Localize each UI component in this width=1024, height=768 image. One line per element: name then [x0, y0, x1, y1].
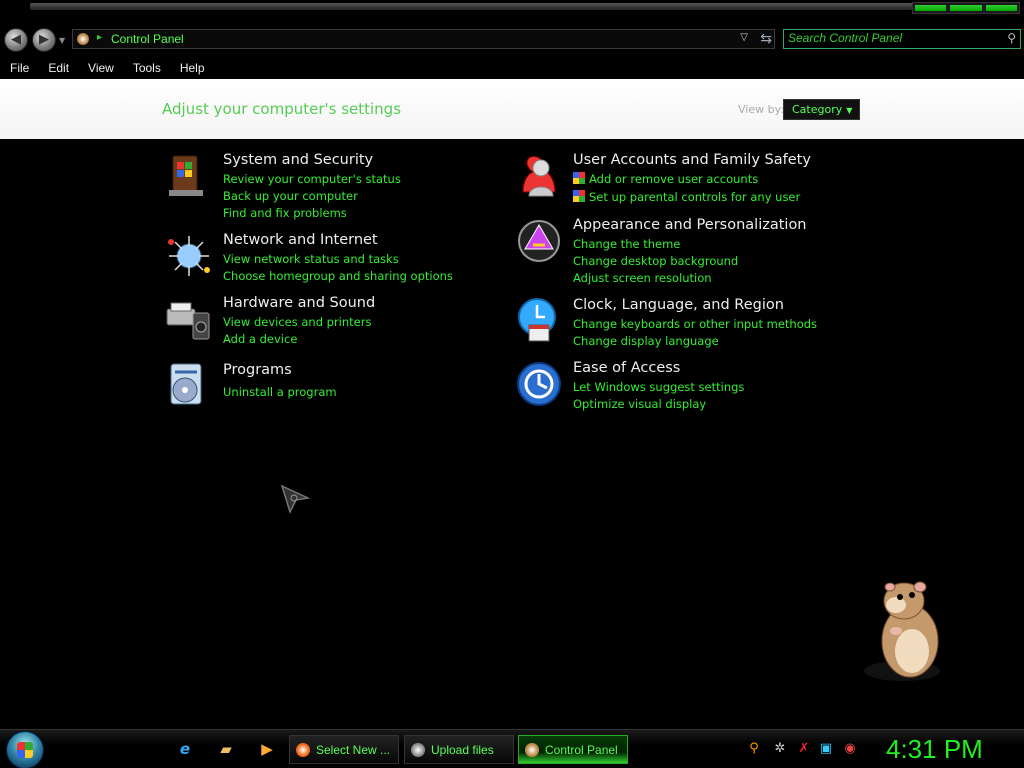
- category-title[interactable]: Programs: [223, 362, 292, 378]
- search-icon[interactable]: ⚲: [1007, 31, 1016, 45]
- link-back-up[interactable]: Back up your computer: [223, 189, 358, 203]
- link-add-device[interactable]: Add a device: [223, 332, 297, 346]
- control-panel-icon: [77, 33, 89, 45]
- tray-search-icon[interactable]: ⚲: [746, 741, 762, 757]
- view-by-value: Category: [792, 103, 843, 116]
- hardware-sound-icon[interactable]: [165, 295, 213, 343]
- network-icon[interactable]: ▣: [818, 741, 834, 757]
- link-add-remove-users[interactable]: Add or remove user accounts: [573, 172, 758, 186]
- link-devices-printers[interactable]: View devices and printers: [223, 315, 371, 329]
- navigation-bar: ◀ ▶ ▼ ▸ Control Panel ▽ ⇆ ⚲: [0, 26, 1024, 56]
- link-parental-controls[interactable]: Set up parental controls for any user: [573, 190, 800, 204]
- link-display-language[interactable]: Change display language: [573, 334, 719, 348]
- category-title[interactable]: Network and Internet: [223, 232, 378, 248]
- address-bar[interactable]: ▸ Control Panel ▽ ⇆: [72, 29, 775, 49]
- header-banner: Adjust your computer's settings View by:…: [0, 79, 1024, 139]
- programs-icon[interactable]: [165, 362, 213, 410]
- network-internet-icon[interactable]: [165, 232, 213, 280]
- chevron-down-icon: ▼: [846, 106, 853, 115]
- window-title-bar[interactable]: [0, 0, 1024, 26]
- breadcrumb-separator-icon[interactable]: ▸: [97, 32, 102, 43]
- volume-icon[interactable]: ◉: [842, 741, 858, 757]
- breadcrumb-control-panel[interactable]: Control Panel: [111, 32, 184, 46]
- taskbar-task-control-panel[interactable]: Control Panel: [518, 735, 628, 764]
- category-title[interactable]: Hardware and Sound: [223, 295, 375, 311]
- clock-region-icon[interactable]: [515, 297, 563, 345]
- view-by-dropdown[interactable]: Category ▼: [783, 99, 860, 120]
- link-optimize-display[interactable]: Optimize visual display: [573, 397, 706, 411]
- folder-icon[interactable]: ▰: [216, 739, 236, 759]
- link-homegroup[interactable]: Choose homegroup and sharing options: [223, 269, 453, 283]
- system-clock[interactable]: 4:31 PM: [886, 734, 983, 765]
- address-dropdown-icon[interactable]: ▽: [740, 32, 748, 43]
- link-desktop-background[interactable]: Change desktop background: [573, 254, 738, 268]
- mouse-cursor-icon: [280, 484, 310, 514]
- link-find-fix-problems[interactable]: Find and fix problems: [223, 206, 347, 220]
- taskbar-task-upload-files[interactable]: Upload files: [404, 735, 514, 764]
- link-review-status[interactable]: Review your computer's status: [223, 172, 401, 186]
- close-button[interactable]: [985, 5, 1017, 11]
- back-button[interactable]: ◀: [4, 28, 28, 52]
- shield-icon: [573, 172, 585, 184]
- link-suggest-settings[interactable]: Let Windows suggest settings: [573, 380, 744, 394]
- title-bar-strip: [30, 3, 1020, 10]
- tray-x-icon[interactable]: ✗: [796, 741, 812, 757]
- link-change-theme[interactable]: Change the theme: [573, 237, 680, 251]
- shield-icon: [573, 190, 585, 202]
- category-title[interactable]: System and Security: [223, 152, 373, 168]
- maximize-button[interactable]: [950, 5, 982, 11]
- category-title[interactable]: User Accounts and Family Safety: [573, 152, 811, 168]
- ease-of-access-icon[interactable]: [515, 360, 563, 408]
- appearance-icon[interactable]: [515, 217, 563, 265]
- menu-bar: File Edit View Tools Help: [0, 58, 1024, 79]
- link-screen-resolution[interactable]: Adjust screen resolution: [573, 271, 712, 285]
- menu-help[interactable]: Help: [170, 58, 214, 79]
- control-panel-icon: [525, 743, 539, 757]
- system-security-icon[interactable]: [165, 152, 213, 200]
- category-title[interactable]: Clock, Language, and Region: [573, 297, 784, 313]
- minimize-button[interactable]: [915, 5, 947, 11]
- menu-tools[interactable]: Tools: [123, 58, 170, 79]
- window-controls: [912, 2, 1020, 14]
- menu-file[interactable]: File: [0, 58, 38, 79]
- link-keyboards-input[interactable]: Change keyboards or other input methods: [573, 317, 817, 331]
- search-input[interactable]: [788, 31, 998, 45]
- taskbar: e ▰ ▶ Select New ... Upload files Contro…: [0, 729, 1024, 768]
- category-title[interactable]: Appearance and Personalization: [573, 217, 807, 233]
- link-network-status[interactable]: View network status and tasks: [223, 252, 399, 266]
- search-box[interactable]: ⚲: [783, 29, 1021, 49]
- refresh-icon[interactable]: ⇆: [760, 31, 772, 47]
- menu-view[interactable]: View: [78, 58, 123, 79]
- upload-icon: [411, 743, 425, 757]
- forward-button[interactable]: ▶: [32, 28, 56, 52]
- category-title[interactable]: Ease of Access: [573, 360, 680, 376]
- windows-logo-icon: [17, 742, 33, 758]
- page-title: Adjust your computer's settings: [162, 100, 402, 118]
- tray-tools-icon[interactable]: ✲: [772, 741, 788, 757]
- link-uninstall-program[interactable]: Uninstall a program: [223, 385, 337, 399]
- user-accounts-icon[interactable]: [515, 152, 563, 200]
- view-by-label: View by:: [738, 103, 784, 116]
- recent-pages-dropdown-icon[interactable]: ▼: [59, 36, 65, 45]
- taskbar-task-select-new[interactable]: Select New ...: [289, 735, 399, 764]
- internet-explorer-icon[interactable]: e: [175, 739, 195, 759]
- hamster-mascot-image: [864, 581, 940, 681]
- browser-icon: [296, 743, 310, 757]
- menu-edit[interactable]: Edit: [38, 58, 78, 79]
- start-button[interactable]: [6, 731, 44, 768]
- media-player-icon[interactable]: ▶: [257, 739, 277, 759]
